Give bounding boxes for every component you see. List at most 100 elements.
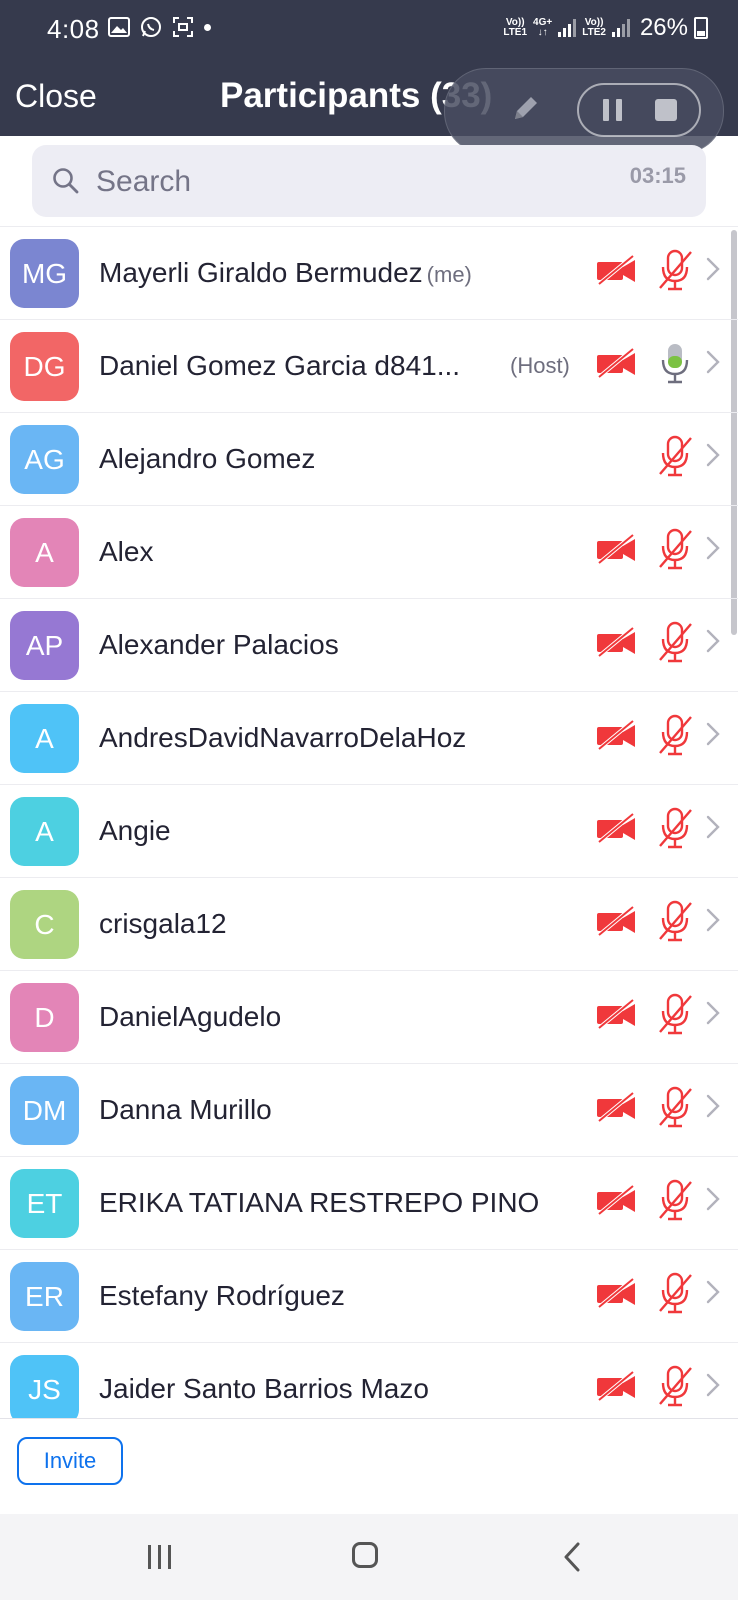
video-off-icon: [596, 998, 636, 1034]
mic-muted-icon: [655, 1365, 695, 1412]
participant-name-text: AndresDavidNavarroDelaHoz: [99, 722, 467, 753]
avatar: A: [10, 797, 79, 866]
participant-row[interactable]: MG Mayerli Giraldo Bermudez (me): [0, 226, 738, 319]
participant-name: DanielAgudelo: [99, 1001, 281, 1033]
chevron-right-icon: [706, 257, 720, 286]
video-off-icon: [596, 1277, 636, 1313]
avatar: A: [10, 518, 79, 587]
participant-name-text: crisgala12: [99, 908, 227, 939]
participant-row[interactable]: A Angie: [0, 784, 738, 877]
avatar: A: [10, 704, 79, 773]
pencil-icon[interactable]: [509, 91, 543, 125]
search-bar[interactable]: 03:15: [32, 145, 706, 217]
chevron-right-icon: [706, 815, 720, 844]
participant-row[interactable]: A AndresDavidNavarroDelaHoz: [0, 691, 738, 784]
video-off-icon: [596, 812, 636, 848]
participant-name: ERIKA TATIANA RESTREPO PINO: [99, 1187, 539, 1219]
participant-row[interactable]: DM Danna Murillo: [0, 1063, 738, 1156]
participant-name: Estefany Rodríguez: [99, 1280, 345, 1312]
participants-header: Close Participants (33): [0, 58, 738, 154]
video-off-icon: [596, 905, 636, 941]
participant-row[interactable]: AG Alejandro Gomez: [0, 412, 738, 505]
search-input[interactable]: [94, 159, 578, 205]
recording-timer: 03:15: [629, 163, 686, 188]
invite-button[interactable]: Invite: [17, 1437, 123, 1485]
home-icon[interactable]: [352, 1542, 378, 1568]
volte-lte1-icon: Vo)) LTE1: [503, 17, 528, 38]
participant-list: MG Mayerli Giraldo Bermudez (me) DG Daniel G…: [0, 226, 738, 1418]
mic-muted-icon: [655, 807, 695, 854]
dot-icon: [204, 23, 211, 31]
avatar: AG: [10, 425, 79, 494]
participant-name: Alexander Palacios: [99, 629, 339, 661]
avatar: ER: [10, 1262, 79, 1331]
participant-row[interactable]: ET ERIKA TATIANA RESTREPO PINO: [0, 1156, 738, 1249]
mic-muted-icon: [655, 1179, 695, 1226]
recording-widget[interactable]: [444, 68, 724, 154]
participant-name-text: Daniel Gomez Garcia d841...: [99, 350, 461, 381]
video-off-icon: [596, 347, 636, 383]
recent-apps-icon[interactable]: [146, 1544, 174, 1570]
mic-muted-icon: [655, 1272, 695, 1319]
participant-name: Angie: [99, 815, 171, 847]
participant-name: AndresDavidNavarroDelaHoz: [99, 722, 466, 754]
mic-muted-icon: [655, 621, 695, 668]
avatar: DM: [10, 1076, 79, 1145]
participant-row[interactable]: JS Jaider Santo Barrios Mazo: [0, 1342, 738, 1418]
chevron-right-icon: [706, 722, 720, 751]
participant-row[interactable]: A Alex: [0, 505, 738, 598]
video-off-icon: [596, 626, 636, 662]
avatar: AP: [10, 611, 79, 680]
participant-row[interactable]: DG Daniel Gomez Garcia d841... (Host): [0, 319, 738, 412]
search-icon: [53, 168, 79, 194]
status-bar: 4:08 Vo)) LTE1 4G+ ↓↑ Vo)) LTE2 26%: [0, 0, 738, 58]
avatar: MG: [10, 239, 79, 308]
status-time: 4:08: [47, 14, 100, 44]
participant-row[interactable]: D DanielAgudelo: [0, 970, 738, 1063]
system-nav-bar: [0, 1514, 738, 1600]
mic-muted-icon: [655, 993, 695, 1040]
participant-tag: (Host): [510, 353, 570, 378]
pause-recording-button[interactable]: [603, 99, 623, 121]
participant-name-text: Danna Murillo: [99, 1094, 272, 1125]
signal1-icon: [558, 19, 577, 37]
chevron-right-icon: [706, 350, 720, 379]
participant-name: Danna Murillo: [99, 1094, 272, 1126]
avatar: C: [10, 890, 79, 959]
participant-name-text: Alejandro Gomez: [99, 443, 316, 474]
participant-name: Jaider Santo Barrios Mazo: [99, 1373, 429, 1405]
participant-name-text: Alex: [99, 536, 154, 567]
chevron-right-icon: [706, 1187, 720, 1216]
participant-name-text: Jaider Santo Barrios Mazo: [99, 1373, 429, 1404]
video-off-icon: [596, 1184, 636, 1220]
avatar: DG: [10, 332, 79, 401]
recording-controls: [577, 83, 701, 137]
mic-muted-icon: [655, 1086, 695, 1133]
mic-muted-icon: [655, 714, 695, 761]
avatar: D: [10, 983, 79, 1052]
gallery-icon: [108, 17, 130, 37]
participant-name: Alex: [99, 536, 153, 568]
participant-row[interactable]: AP Alexander Palacios: [0, 598, 738, 691]
participant-name: Daniel Gomez Garcia d841...: [99, 350, 460, 382]
video-off-icon: [596, 719, 636, 755]
participant-row[interactable]: Ccrisgala12: [0, 877, 738, 970]
participant-row[interactable]: ER Estefany Rodríguez: [0, 1249, 738, 1342]
battery-icon: [694, 17, 708, 39]
back-icon[interactable]: [562, 1542, 582, 1572]
mic-muted-icon: [655, 249, 695, 296]
signal2-icon: [611, 19, 630, 37]
video-off-icon: [596, 1370, 636, 1406]
stop-recording-button[interactable]: [655, 99, 677, 121]
screenshot-icon: [173, 17, 193, 37]
whatsapp-icon: [141, 17, 161, 37]
participant-name-text: Alexander Palacios: [99, 629, 339, 660]
mic-on-icon: [655, 342, 695, 389]
video-off-icon: [596, 533, 636, 569]
close-button[interactable]: Close: [15, 78, 97, 115]
chevron-right-icon: [706, 629, 720, 658]
chevron-right-icon: [706, 1094, 720, 1123]
avatar: JS: [10, 1355, 79, 1418]
participant-name-text: Angie: [99, 815, 171, 846]
video-off-icon: [596, 254, 636, 290]
